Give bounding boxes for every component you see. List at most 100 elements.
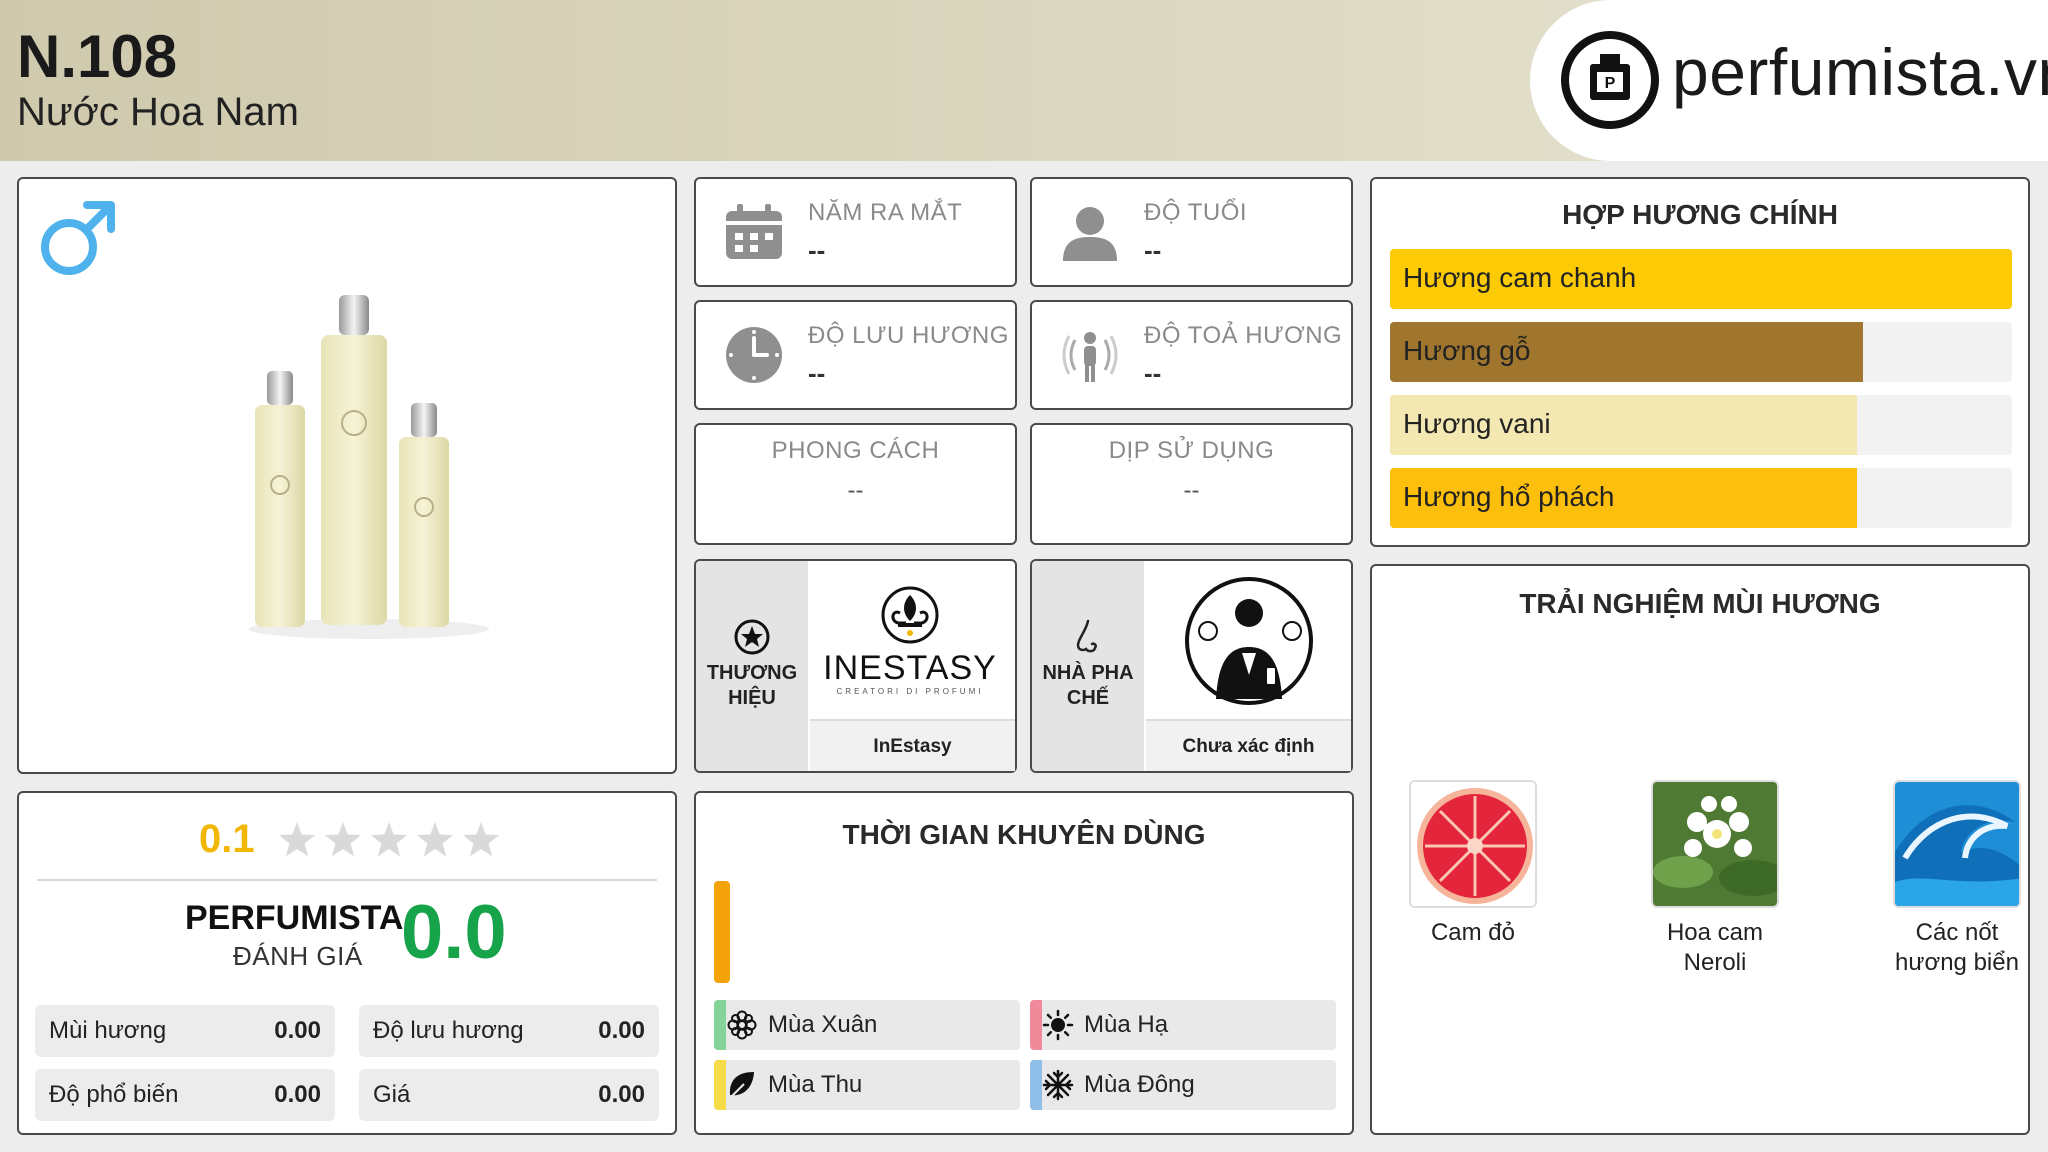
header: N.108 Nước Hoa Nam P perfumista.vn — [0, 0, 2048, 161]
launch-year-card: NĂM RA MẮT -- — [694, 177, 1017, 287]
age-label: ĐỘ TUỔI — [1144, 199, 1248, 226]
perfumista-rating-sublabel: ĐÁNH GIÁ — [233, 941, 363, 971]
male-symbol-icon — [41, 201, 115, 275]
season-summer: Mùa Hạ — [1030, 1000, 1336, 1050]
flower-icon — [727, 1010, 757, 1040]
scent-notes-title: TRẢI NGHIỆM MÙI HƯƠNG — [1519, 588, 1881, 619]
note-item[interactable]: Các nốt hương biển — [1882, 780, 2032, 978]
star-icon[interactable] — [416, 822, 454, 857]
metric-label: Giá — [373, 1081, 411, 1108]
star-rating[interactable] — [275, 819, 515, 863]
sillage-card: ĐỘ TOẢ HƯƠNG -- — [1030, 300, 1353, 410]
rating-card: 0.1 PERFUMISTA ĐÁNH GIÁ 0.0 Mùi hương 0.… — [17, 791, 677, 1135]
logo[interactable]: P perfumista.vn — [1530, 0, 2048, 161]
metric-price: Giá 0.00 — [359, 1069, 659, 1121]
season-stripe — [714, 1000, 726, 1050]
star-icon[interactable] — [278, 822, 316, 857]
note-name: Các nốt hương biển — [1895, 919, 2019, 976]
accord-bar: Hương hổ phách — [1390, 468, 2012, 528]
star-icon[interactable] — [462, 822, 500, 857]
leaf-icon — [728, 1072, 754, 1100]
brand-logo-text: INESTASY — [823, 649, 997, 687]
recommended-time-title: THỜI GIAN KHUYÊN DÙNG — [842, 819, 1206, 850]
page-subtitle: Nước Hoa Nam — [17, 90, 299, 134]
occasion-card: DỊP SỬ DỤNG -- — [1030, 423, 1353, 545]
season-autumn: Mùa Thu — [714, 1060, 1020, 1110]
neroli-blossom-image — [1651, 780, 1779, 908]
perfumer-card[interactable]: NHÀ PHA CHẾ Chưa xác định — [1030, 559, 1353, 773]
season-spring: Mùa Xuân — [714, 1000, 1020, 1050]
accord-label: Hương cam chanh — [1403, 262, 1637, 293]
season-stripe — [1030, 1000, 1042, 1050]
season-label: Mùa Xuân — [768, 1011, 878, 1038]
perfumista-rating-label: PERFUMISTA — [185, 899, 404, 937]
accord-label: Hương hổ phách — [1403, 481, 1615, 512]
metric-label: Mùi hương — [49, 1017, 167, 1044]
launch-year-label: NĂM RA MẮT — [808, 199, 963, 226]
recommended-time-card: THỜI GIAN KHUYÊN DÙNG Mùa Xuân Mùa Hạ Mù… — [694, 791, 1354, 1135]
perfume-bottle-logo-icon: P — [1561, 31, 1659, 129]
brand-logo-tagline: CREATORI DI PROFUMI — [836, 687, 984, 696]
note-name: Hoa cam Neroli — [1666, 919, 1764, 976]
style-label: PHONG CÁCH — [771, 437, 940, 464]
occasion-value: -- — [1183, 477, 1200, 504]
sillage-value: -- — [1144, 358, 1162, 388]
snowflake-icon — [1042, 1069, 1074, 1101]
style-card: PHONG CÁCH -- — [694, 423, 1017, 545]
calendar-icon — [726, 204, 782, 259]
logo-text: perfumista.vn — [1672, 35, 2048, 109]
season-label: Mùa Đông — [1084, 1071, 1195, 1098]
ocean-wave-image — [1893, 780, 2021, 908]
accord-bar: Hương gỗ — [1390, 322, 2012, 382]
clock-icon — [726, 327, 782, 383]
occasion-label: DỊP SỬ DỤNG — [1108, 437, 1275, 464]
style-value: -- — [847, 477, 864, 504]
brand-logo[interactable]: INESTASY CREATORI DI PROFUMI — [810, 563, 1010, 717]
page-title: N.108 — [17, 23, 178, 90]
person-icon — [1063, 207, 1117, 261]
brand-label-panel: THƯƠNG HIỆU — [696, 561, 808, 771]
season-stripe — [714, 1060, 726, 1110]
season-label: Mùa Thu — [768, 1071, 863, 1098]
svg-text:P: P — [1605, 75, 1616, 92]
star-icon[interactable] — [324, 822, 362, 857]
longevity-label: ĐỘ LƯU HƯƠNG — [808, 322, 1009, 349]
perfumer-avatar-icon — [1185, 577, 1313, 705]
brand-name[interactable]: InEstasy — [810, 719, 1015, 771]
accord-label: Hương gỗ — [1403, 335, 1531, 366]
scent-notes-card: TRẢI NGHIỆM MÙI HƯƠNG Cam đỏ Hoa cam Ner… — [1370, 564, 2030, 1135]
sun-icon — [1042, 1009, 1074, 1041]
metric-scent: Mùi hương 0.00 — [35, 1005, 335, 1057]
star-icon[interactable] — [370, 822, 408, 857]
perfumer-label-panel: NHÀ PHA CHẾ — [1032, 561, 1144, 771]
blood-orange-image — [1409, 780, 1537, 908]
metric-longevity: Độ lưu hương 0.00 — [359, 1005, 659, 1057]
metric-value: 0.00 — [274, 1081, 321, 1108]
product-image-card — [17, 177, 677, 774]
perfumista-score: 0.0 — [401, 890, 507, 975]
perfumer-name[interactable]: Chưa xác định — [1146, 719, 1351, 771]
metric-value: 0.00 — [598, 1017, 645, 1044]
season-label: Mùa Hạ — [1084, 1011, 1169, 1038]
longevity-card: ĐỘ LƯU HƯƠNG -- — [694, 300, 1017, 410]
season-winter: Mùa Đông — [1030, 1060, 1336, 1110]
accord-label: Hương vani — [1403, 408, 1551, 439]
main-accords-title: HỢP HƯƠNG CHÍNH — [1562, 199, 1838, 230]
star-badge-icon — [734, 619, 770, 655]
metric-popularity: Độ phổ biến 0.00 — [35, 1069, 335, 1121]
metric-value: 0.00 — [274, 1017, 321, 1044]
main-accords-card: HỢP HƯƠNG CHÍNH Hương cam chanh Hương gỗ H… — [1370, 177, 2030, 547]
launch-year-value: -- — [808, 235, 826, 265]
perfumer-label: NHÀ PHA CHẾ — [1042, 662, 1134, 709]
sillage-icon — [1062, 332, 1118, 382]
accord-bar: Hương vani — [1390, 395, 2012, 455]
brand-card[interactable]: THƯƠNG HIỆU INESTASY CREATORI DI PROFUMI… — [694, 559, 1017, 773]
note-item[interactable]: Cam đỏ — [1398, 780, 1548, 948]
accord-bar: Hương cam chanh — [1390, 249, 2012, 309]
metric-value: 0.00 — [598, 1081, 645, 1108]
nose-icon — [1076, 619, 1097, 653]
metric-label: Độ phổ biến — [49, 1081, 179, 1108]
perfumer-image[interactable] — [1146, 563, 1346, 717]
note-item[interactable]: Hoa cam Neroli — [1640, 780, 1790, 978]
season-stripe — [1030, 1060, 1042, 1110]
